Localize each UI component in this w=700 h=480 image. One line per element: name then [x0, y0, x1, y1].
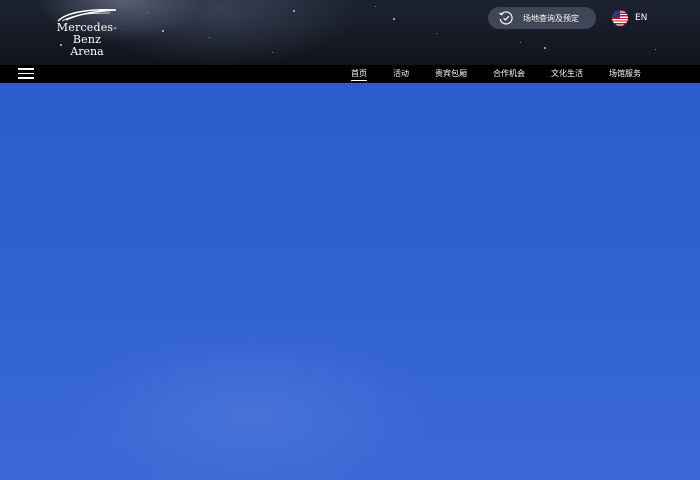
arena-roof-icon: [57, 9, 117, 22]
history-clock-icon: [499, 11, 513, 25]
language-label: EN: [635, 13, 648, 23]
site-header: Mercedes-Benz Arena 场地查询及预定 EN: [0, 0, 700, 65]
venue-booking-label: 场地查询及预定: [523, 13, 579, 23]
mercedes-benz-arena-logo[interactable]: Mercedes-Benz Arena: [44, 8, 130, 57]
star: [655, 49, 656, 50]
star: [544, 47, 546, 49]
logo-line-2: Arena: [70, 45, 104, 58]
hero-banner: [0, 83, 700, 480]
nav-items: 首页 活动 贵宾包厢 合作机会 文化生活 场馆服务: [338, 65, 654, 83]
nav-item-events[interactable]: 活动: [380, 65, 422, 83]
language-switcher[interactable]: EN: [612, 9, 647, 27]
nav-item-vip-suites[interactable]: 贵宾包厢: [422, 65, 480, 83]
nav-item-home[interactable]: 首页: [338, 65, 380, 83]
star: [375, 6, 376, 7]
star: [147, 12, 148, 13]
star: [162, 30, 164, 32]
star: [436, 33, 437, 34]
star: [272, 52, 273, 53]
star: [520, 42, 521, 43]
logo-line-1: Mercedes-Benz: [56, 21, 118, 46]
nav-item-partnership[interactable]: 合作机会: [480, 65, 538, 83]
us-flag-icon: [612, 10, 628, 26]
main-navigation: 首页 活动 贵宾包厢 合作机会 文化生活 场馆服务: [0, 65, 700, 83]
nav-item-culture-life[interactable]: 文化生活: [538, 65, 596, 83]
venue-booking-button[interactable]: 场地查询及预定: [488, 7, 596, 29]
hamburger-menu-icon[interactable]: [18, 68, 34, 80]
nav-item-venue-services[interactable]: 场馆服务: [596, 65, 654, 83]
star: [209, 37, 210, 38]
star: [293, 10, 295, 12]
star: [393, 18, 395, 20]
